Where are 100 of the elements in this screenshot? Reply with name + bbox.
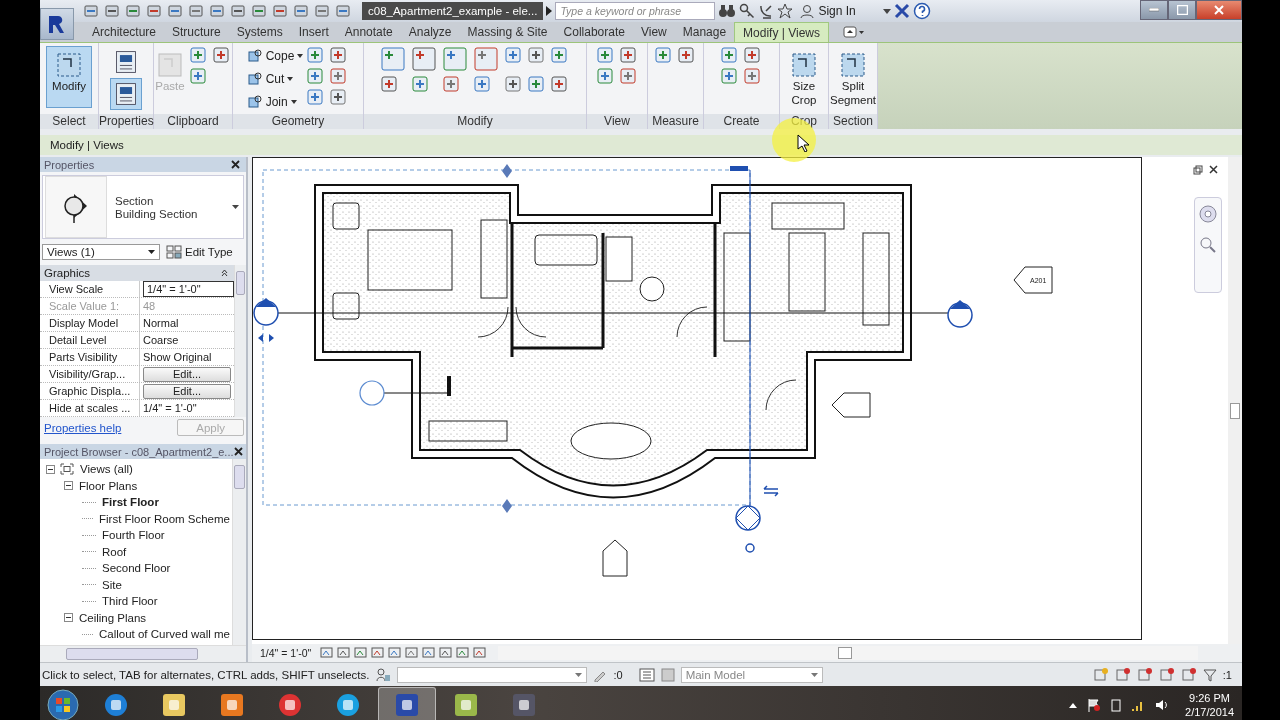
- scrollbar[interactable]: [232, 459, 246, 645]
- tool-icon[interactable]: [743, 46, 761, 64]
- tool-icon[interactable]: [527, 46, 545, 64]
- tool-icon[interactable]: [618, 46, 637, 64]
- tool-icon[interactable]: [550, 46, 568, 64]
- ribbon-tab[interactable]: Annotate: [336, 22, 401, 42]
- flip-arrows-icon[interactable]: [763, 485, 779, 497]
- view-control-icon[interactable]: [354, 647, 369, 659]
- worksets-icon[interactable]: [375, 666, 392, 683]
- tool-icon[interactable]: [442, 46, 468, 72]
- tool-icon[interactable]: [473, 75, 491, 93]
- toolbar-icon[interactable]: [272, 3, 288, 19]
- property-value[interactable]: 1/4" = 1'-0": [140, 400, 234, 416]
- toolbar-icon[interactable]: [230, 3, 246, 19]
- selection-option-icon[interactable]: [1180, 666, 1197, 683]
- tool-button[interactable]: Cut: [246, 69, 304, 88]
- satellite-icon[interactable]: [758, 3, 775, 19]
- tool-icon[interactable]: [411, 46, 437, 72]
- drag-handle-icon[interactable]: [502, 164, 512, 178]
- tool-icon[interactable]: [329, 46, 348, 64]
- selection-option-icon[interactable]: [1136, 666, 1153, 683]
- flag-icon[interactable]: [1087, 697, 1102, 712]
- tool-icon[interactable]: [720, 67, 738, 85]
- toolbar-icon[interactable]: [314, 3, 330, 19]
- tool-icon[interactable]: [654, 46, 672, 64]
- view-control-icon[interactable]: [439, 647, 454, 659]
- scrollbar[interactable]: [234, 265, 246, 417]
- zoom-icon[interactable]: [1199, 236, 1217, 254]
- tree-item[interactable]: Views (all): [78, 463, 135, 476]
- tool-icon[interactable]: [188, 67, 207, 85]
- cycle-icon[interactable]: [745, 543, 755, 553]
- tool-button[interactable]: Size Crop: [782, 46, 826, 108]
- tree-item[interactable]: Second Floor: [100, 562, 173, 575]
- star-icon[interactable]: [777, 3, 794, 19]
- instance-filter-dropdown[interactable]: Views (1): [42, 244, 160, 260]
- speaker-icon[interactable]: [1155, 697, 1170, 712]
- flip-arrows-icon[interactable]: [258, 334, 274, 342]
- ribbon-tab[interactable]: Architecture: [84, 22, 165, 42]
- toolbar-icon[interactable]: [293, 3, 309, 19]
- tool-button[interactable]: Split Segment: [830, 46, 876, 108]
- start-button[interactable]: [46, 687, 80, 720]
- ribbon-tab[interactable]: Structure: [164, 22, 229, 42]
- toolbar-icon[interactable]: [209, 3, 225, 19]
- ribbon-tab[interactable]: View: [632, 22, 675, 42]
- scrollbar[interactable]: [1228, 157, 1242, 644]
- app-menu-button[interactable]: [40, 8, 74, 40]
- tool-icon[interactable]: [329, 88, 348, 106]
- close-button[interactable]: [1196, 0, 1242, 20]
- tool-icon[interactable]: [306, 46, 325, 64]
- elevation-marker[interactable]: [602, 539, 628, 577]
- property-value[interactable]: Normal: [140, 315, 234, 331]
- close-icon[interactable]: [231, 160, 240, 169]
- property-value[interactable]: Show Original: [140, 349, 234, 365]
- drag-handle-icon[interactable]: [502, 499, 512, 513]
- search-field[interactable]: Type a keyword or phrase: [555, 2, 716, 20]
- close-icon[interactable]: [233, 447, 243, 456]
- view-control-icon[interactable]: [337, 647, 352, 659]
- toolbar-icon[interactable]: [104, 3, 120, 19]
- tool-icon[interactable]: [380, 46, 406, 72]
- selection-option-icon[interactable]: [1114, 666, 1131, 683]
- tool-icon[interactable]: [618, 67, 637, 85]
- tool-button[interactable]: Modify: [46, 46, 92, 108]
- sign-in-button[interactable]: Sign In: [800, 4, 881, 18]
- help-icon[interactable]: [913, 2, 932, 20]
- tree-item[interactable]: Roof: [100, 545, 129, 558]
- scrollbar[interactable]: [498, 646, 1199, 660]
- tool-icon[interactable]: [329, 67, 348, 85]
- clock[interactable]: 9:26 PM 2/17/2014: [1185, 690, 1234, 719]
- property-value-field[interactable]: 1/4" = 1'-0": [143, 281, 234, 297]
- filter-icon[interactable]: [1202, 667, 1217, 682]
- section-line[interactable]: [359, 376, 451, 406]
- tree-item[interactable]: First Floor: [100, 496, 161, 509]
- scrollbar[interactable]: [40, 645, 246, 662]
- tool-icon[interactable]: [306, 88, 325, 106]
- taskbar-app-button[interactable]: [378, 686, 436, 720]
- steering-wheel-icon[interactable]: [1198, 204, 1218, 224]
- restore-view-icon[interactable]: [1193, 165, 1203, 175]
- tree-item[interactable]: Floor Plans: [77, 479, 140, 492]
- tool-icon[interactable]: [677, 46, 695, 64]
- elevation-marker[interactable]: [831, 392, 871, 418]
- tool-icon[interactable]: [527, 75, 545, 93]
- collapse-toggle-icon[interactable]: [64, 613, 73, 623]
- tree-item[interactable]: Third Floor: [100, 595, 160, 608]
- tool-button[interactable]: Cope: [246, 46, 304, 65]
- tool-icon[interactable]: [595, 67, 614, 85]
- properties-icon[interactable]: [110, 77, 142, 110]
- toolbar-icon[interactable]: [188, 3, 204, 19]
- tool-icon[interactable]: [720, 46, 738, 64]
- toolbar-icon[interactable]: [125, 3, 141, 19]
- edit-button[interactable]: Edit...: [143, 383, 231, 399]
- tool-icon[interactable]: [504, 75, 522, 93]
- ribbon-tab[interactable]: Modify | Views: [734, 22, 829, 42]
- tool-icon[interactable]: [211, 46, 230, 64]
- close-icon[interactable]: [1209, 165, 1218, 174]
- collapse-toggle-icon[interactable]: [46, 464, 55, 474]
- tray-arrow-icon[interactable]: [1069, 701, 1078, 708]
- design-options-icon[interactable]: [638, 667, 655, 682]
- section-line[interactable]: [730, 166, 761, 531]
- edit-button[interactable]: Edit...: [143, 366, 231, 382]
- property-value[interactable]: Coarse: [140, 332, 234, 348]
